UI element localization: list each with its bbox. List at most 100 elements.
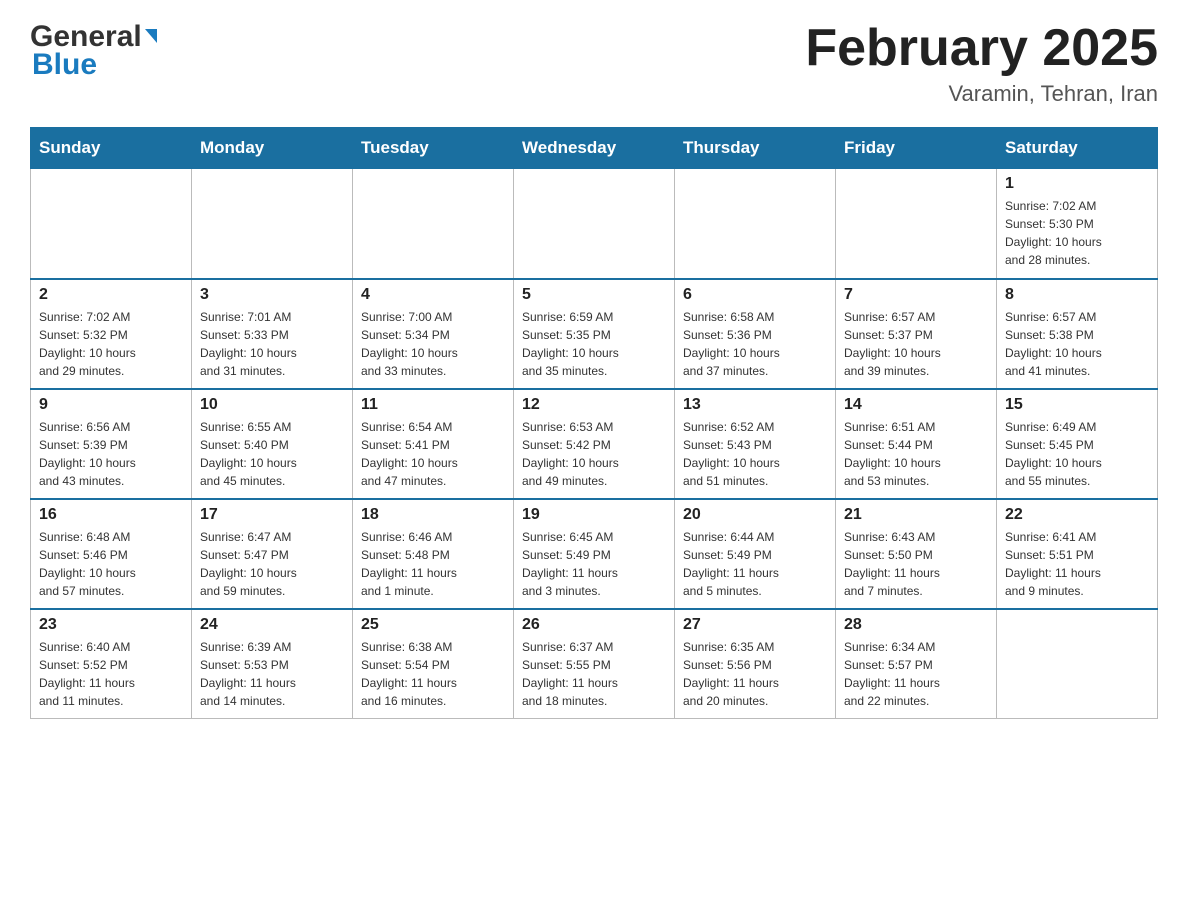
day-number: 1 — [1005, 175, 1149, 193]
day-info: Sunrise: 6:52 AM Sunset: 5:43 PM Dayligh… — [683, 418, 827, 490]
calendar-cell: 18Sunrise: 6:46 AM Sunset: 5:48 PM Dayli… — [353, 499, 514, 609]
day-number: 23 — [39, 616, 183, 634]
day-info: Sunrise: 6:44 AM Sunset: 5:49 PM Dayligh… — [683, 528, 827, 600]
day-number: 9 — [39, 396, 183, 414]
day-number: 16 — [39, 506, 183, 524]
calendar-cell: 23 Sunrise: 6:40 AM Sunset: 5:52 PM Dayli… — [31, 609, 192, 719]
day-number: 13 — [683, 396, 827, 414]
calendar-cell: 25 Sunrise: 6:38 AM Sunset: 5:54 PM Dayli… — [353, 609, 514, 719]
day-number: 25 — [361, 616, 505, 634]
day-info: Sunrise: 6:45 AM Sunset: 5:49 PM Dayligh… — [522, 528, 666, 600]
day-info: Sunrise: 6:56 AM Sunset: 5:39 PM Dayligh… — [39, 418, 183, 490]
calendar-cell — [353, 169, 514, 279]
day-number: 27 — [683, 616, 827, 634]
calendar-table: SundayMondayTuesdayWednesdayThursdayFrid… — [30, 127, 1158, 719]
calendar-cell: 14 Sunrise: 6:51 AM Sunset: 5:44 PM Dayli… — [836, 389, 997, 499]
calendar-cell — [836, 169, 997, 279]
calendar-cell — [675, 169, 836, 279]
day-number: 6 — [683, 286, 827, 304]
logo: General Blue — [30, 20, 157, 82]
day-info: Sunrise: 6:38 AM Sunset: 5:54 PM Dayligh… — [361, 638, 505, 710]
calendar-day-header: Wednesday — [514, 128, 675, 169]
calendar-cell — [514, 169, 675, 279]
calendar-week-row: 2 Sunrise: 7:02 AM Sunset: 5:32 PM Daylig… — [31, 279, 1158, 389]
day-number: 7 — [844, 286, 988, 304]
calendar-day-header: Tuesday — [353, 128, 514, 169]
day-info: Sunrise: 6:53 AM Sunset: 5:42 PM Dayligh… — [522, 418, 666, 490]
day-number: 4 — [361, 286, 505, 304]
day-number: 10 — [200, 396, 344, 414]
day-number: 11 — [361, 396, 505, 414]
calendar-cell: 15 Sunrise: 6:49 AM Sunset: 5:45 PM Dayli… — [997, 389, 1158, 499]
day-info: Sunrise: 6:49 AM Sunset: 5:45 PM Dayligh… — [1005, 418, 1149, 490]
calendar-cell: 8 Sunrise: 6:57 AM Sunset: 5:38 PM Daylig… — [997, 279, 1158, 389]
title-block: February 2025 Varamin, Tehran, Iran — [805, 20, 1158, 107]
day-info: Sunrise: 6:43 AM Sunset: 5:50 PM Dayligh… — [844, 528, 988, 600]
calendar-cell: 12Sunrise: 6:53 AM Sunset: 5:42 PM Dayli… — [514, 389, 675, 499]
calendar-cell: 10 Sunrise: 6:55 AM Sunset: 5:40 PM Dayli… — [192, 389, 353, 499]
calendar-cell: 22 Sunrise: 6:41 AM Sunset: 5:51 PM Dayli… — [997, 499, 1158, 609]
day-number: 15 — [1005, 396, 1149, 414]
day-info: Sunrise: 6:41 AM Sunset: 5:51 PM Dayligh… — [1005, 528, 1149, 600]
day-info: Sunrise: 6:37 AM Sunset: 5:55 PM Dayligh… — [522, 638, 666, 710]
location-text: Varamin, Tehran, Iran — [805, 81, 1158, 107]
day-number: 26 — [522, 616, 666, 634]
logo-triangle-icon — [145, 29, 157, 43]
day-info: Sunrise: 6:51 AM Sunset: 5:44 PM Dayligh… — [844, 418, 988, 490]
calendar-header-row: SundayMondayTuesdayWednesdayThursdayFrid… — [31, 128, 1158, 169]
day-info: Sunrise: 7:02 AM Sunset: 5:30 PM Dayligh… — [1005, 197, 1149, 269]
calendar-cell: 24Sunrise: 6:39 AM Sunset: 5:53 PM Dayli… — [192, 609, 353, 719]
day-info: Sunrise: 6:39 AM Sunset: 5:53 PM Dayligh… — [200, 638, 344, 710]
calendar-day-header: Saturday — [997, 128, 1158, 169]
day-info: Sunrise: 7:02 AM Sunset: 5:32 PM Dayligh… — [39, 308, 183, 380]
day-number: 8 — [1005, 286, 1149, 304]
calendar-cell: 13 Sunrise: 6:52 AM Sunset: 5:43 PM Dayli… — [675, 389, 836, 499]
day-info: Sunrise: 6:54 AM Sunset: 5:41 PM Dayligh… — [361, 418, 505, 490]
day-info: Sunrise: 6:34 AM Sunset: 5:57 PM Dayligh… — [844, 638, 988, 710]
calendar-cell: 11 Sunrise: 6:54 AM Sunset: 5:41 PM Dayli… — [353, 389, 514, 499]
day-number: 22 — [1005, 506, 1149, 524]
day-number: 2 — [39, 286, 183, 304]
day-info: Sunrise: 6:57 AM Sunset: 5:37 PM Dayligh… — [844, 308, 988, 380]
day-number: 19 — [522, 506, 666, 524]
day-number: 14 — [844, 396, 988, 414]
day-info: Sunrise: 6:40 AM Sunset: 5:52 PM Dayligh… — [39, 638, 183, 710]
day-info: Sunrise: 6:55 AM Sunset: 5:40 PM Dayligh… — [200, 418, 344, 490]
day-info: Sunrise: 6:47 AM Sunset: 5:47 PM Dayligh… — [200, 528, 344, 600]
month-title: February 2025 — [805, 20, 1158, 77]
calendar-cell: 5 Sunrise: 6:59 AM Sunset: 5:35 PM Daylig… — [514, 279, 675, 389]
calendar-cell: 17 Sunrise: 6:47 AM Sunset: 5:47 PM Dayli… — [192, 499, 353, 609]
calendar-cell: 6 Sunrise: 6:58 AM Sunset: 5:36 PM Daylig… — [675, 279, 836, 389]
day-number: 3 — [200, 286, 344, 304]
calendar-day-header: Monday — [192, 128, 353, 169]
calendar-week-row: 9 Sunrise: 6:56 AM Sunset: 5:39 PM Daylig… — [31, 389, 1158, 499]
day-info: Sunrise: 7:00 AM Sunset: 5:34 PM Dayligh… — [361, 308, 505, 380]
calendar-cell — [997, 609, 1158, 719]
calendar-week-row: 1 Sunrise: 7:02 AM Sunset: 5:30 PM Daylig… — [31, 169, 1158, 279]
calendar-day-header: Thursday — [675, 128, 836, 169]
day-number: 17 — [200, 506, 344, 524]
day-number: 20 — [683, 506, 827, 524]
calendar-cell: 9 Sunrise: 6:56 AM Sunset: 5:39 PM Daylig… — [31, 389, 192, 499]
calendar-cell: 21 Sunrise: 6:43 AM Sunset: 5:50 PM Dayli… — [836, 499, 997, 609]
day-number: 18 — [361, 506, 505, 524]
calendar-week-row: 23 Sunrise: 6:40 AM Sunset: 5:52 PM Dayli… — [31, 609, 1158, 719]
day-info: Sunrise: 6:35 AM Sunset: 5:56 PM Dayligh… — [683, 638, 827, 710]
logo-blue-text: Blue — [30, 48, 157, 82]
calendar-cell: 28 Sunrise: 6:34 AM Sunset: 5:57 PM Dayli… — [836, 609, 997, 719]
calendar-cell: 20 Sunrise: 6:44 AM Sunset: 5:49 PM Dayli… — [675, 499, 836, 609]
day-info: Sunrise: 6:58 AM Sunset: 5:36 PM Dayligh… — [683, 308, 827, 380]
calendar-cell: 19 Sunrise: 6:45 AM Sunset: 5:49 PM Dayli… — [514, 499, 675, 609]
day-info: Sunrise: 7:01 AM Sunset: 5:33 PM Dayligh… — [200, 308, 344, 380]
day-info: Sunrise: 6:59 AM Sunset: 5:35 PM Dayligh… — [522, 308, 666, 380]
calendar-day-header: Friday — [836, 128, 997, 169]
day-number: 28 — [844, 616, 988, 634]
calendar-cell: 3 Sunrise: 7:01 AM Sunset: 5:33 PM Daylig… — [192, 279, 353, 389]
calendar-cell: 1 Sunrise: 7:02 AM Sunset: 5:30 PM Daylig… — [997, 169, 1158, 279]
calendar-cell — [192, 169, 353, 279]
day-number: 21 — [844, 506, 988, 524]
day-number: 5 — [522, 286, 666, 304]
calendar-week-row: 16Sunrise: 6:48 AM Sunset: 5:46 PM Dayli… — [31, 499, 1158, 609]
day-info: Sunrise: 6:57 AM Sunset: 5:38 PM Dayligh… — [1005, 308, 1149, 380]
calendar-cell: 2 Sunrise: 7:02 AM Sunset: 5:32 PM Daylig… — [31, 279, 192, 389]
